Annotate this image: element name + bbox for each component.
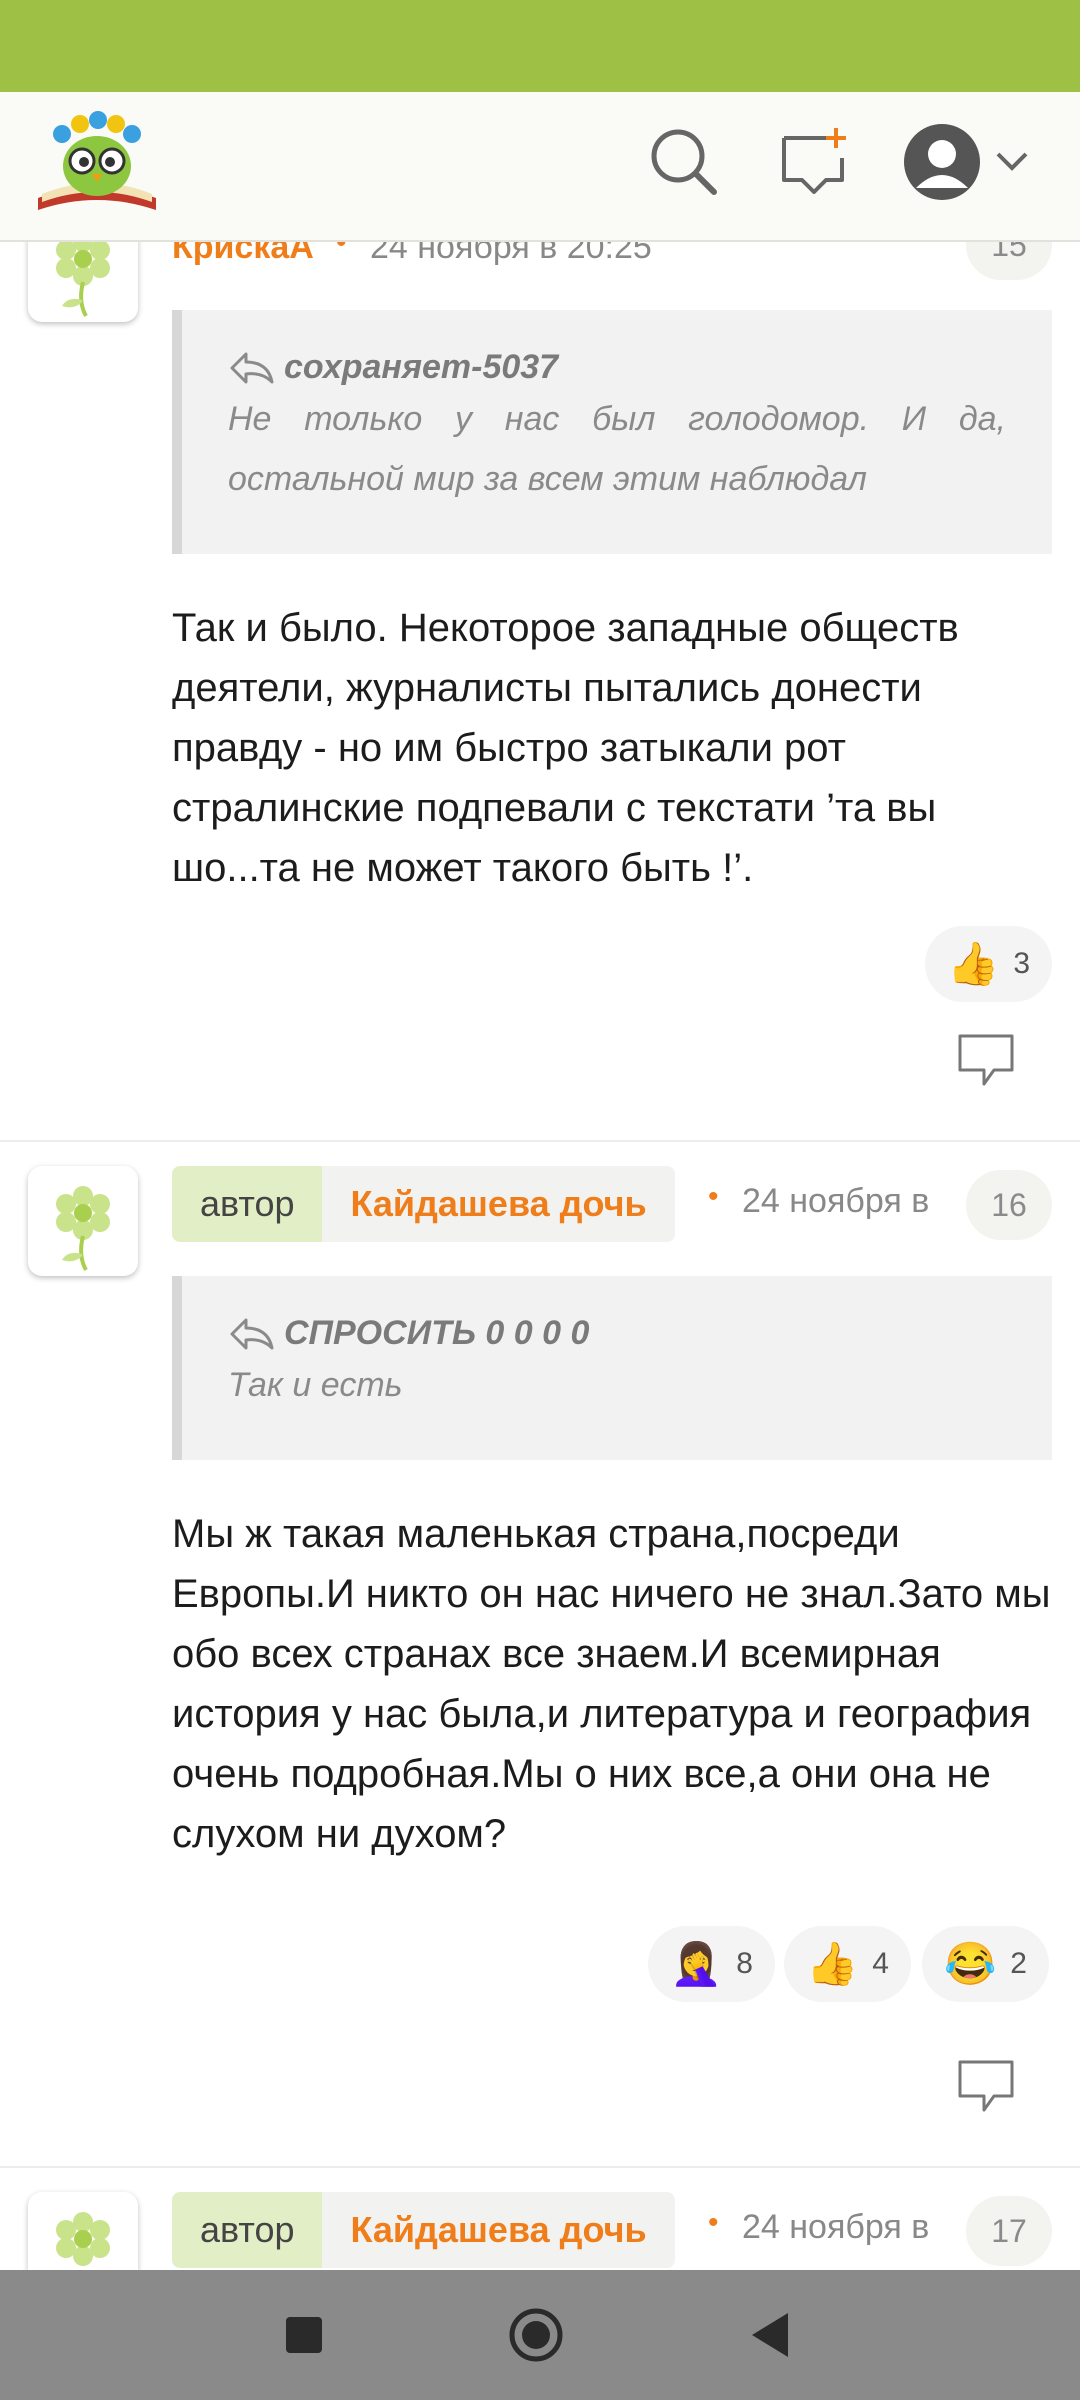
comment-number[interactable]: 17: [966, 2196, 1052, 2266]
avatar[interactable]: [28, 2192, 138, 2270]
role-badge: автор: [172, 2192, 323, 2268]
back-icon[interactable]: [690, 2270, 850, 2400]
quote-text: Не только у нас был голодомор. И да, ост…: [228, 400, 1006, 498]
comment-author-link[interactable]: Кайдашева дочь: [322, 2192, 675, 2268]
author-badge[interactable]: автор Кайдашева дочь: [172, 2192, 675, 2268]
avatar[interactable]: [28, 240, 138, 322]
divider: [0, 2166, 1080, 2168]
reaction-like[interactable]: 👍 4: [784, 1926, 911, 2002]
comment-date: 24 ноября в 20:27: [742, 2208, 928, 2246]
reply-arrow-icon: [230, 1318, 274, 1349]
reply-comment-icon[interactable]: [956, 2058, 1016, 2119]
owl-book-logo[interactable]: [32, 106, 162, 216]
reaction-facepalm[interactable]: 🤦‍♀️ 8: [648, 1926, 775, 2002]
quote-header: сохраняет-5037: [228, 348, 1006, 387]
quote-author: сохраняет-5037: [284, 348, 559, 386]
comment-author-link[interactable]: КрискаА: [172, 240, 314, 267]
laughing-face-icon: 😂: [944, 1940, 997, 1987]
reaction-laugh[interactable]: 😂 2: [922, 1926, 1049, 2002]
comment-number[interactable]: 15: [966, 240, 1052, 280]
reaction-count: 2: [1010, 1947, 1027, 1980]
divider: [0, 1140, 1080, 1142]
reaction-like[interactable]: 👍 3: [925, 926, 1052, 1002]
home-icon[interactable]: [456, 2270, 616, 2400]
status-bar: [0, 0, 1080, 92]
chevron-down-icon[interactable]: [994, 148, 1030, 176]
quote-text: Так и есть: [228, 1366, 403, 1404]
comment-number[interactable]: 16: [966, 1170, 1052, 1240]
separator-dot: •: [708, 2206, 719, 2239]
comment-author-link[interactable]: Кайдашева дочь: [322, 1166, 675, 1242]
quoted-comment[interactable]: сохраняет-5037 Не только у нас был голод…: [172, 310, 1052, 554]
facepalm-icon: 🤦‍♀️: [670, 1940, 723, 1987]
system-nav-bar: [0, 2270, 1080, 2400]
reaction-count: 4: [872, 1947, 889, 1980]
quoted-comment[interactable]: СПРОСИТЬ 0 0 0 0 Так и есть: [172, 1276, 1052, 1460]
recents-icon[interactable]: [224, 2270, 384, 2400]
new-comment-icon[interactable]: [778, 124, 850, 200]
separator-dot: •: [336, 240, 347, 259]
avatar-icon[interactable]: [902, 122, 982, 202]
reaction-count: 8: [736, 1947, 753, 1980]
top-app-bar: [0, 92, 1080, 242]
reply-arrow-icon: [230, 352, 274, 383]
reaction-count: 3: [1013, 947, 1030, 980]
quote-header: СПРОСИТЬ 0 0 0 0: [228, 1314, 1006, 1353]
avatar[interactable]: [28, 1166, 138, 1276]
comment-date: 24 ноября в 20:25: [370, 240, 652, 266]
comments-feed: КрискаА • 24 ноября в 20:25 15 сохраняет…: [0, 240, 1080, 2270]
search-icon[interactable]: [648, 126, 720, 198]
role-badge: автор: [172, 1166, 323, 1242]
thumbs-up-icon: 👍: [947, 940, 1000, 987]
reply-comment-icon[interactable]: [956, 1032, 1016, 1093]
comment-date: 24 ноября в 20:26: [742, 1182, 928, 1220]
separator-dot: •: [708, 1180, 719, 1213]
quote-author: СПРОСИТЬ 0 0 0 0: [284, 1314, 590, 1352]
thumbs-up-icon: 👍: [806, 1940, 859, 1987]
author-badge[interactable]: автор Кайдашева дочь: [172, 1166, 675, 1242]
comment-text: Мы ж такая маленькая страна,посреди Евро…: [172, 1512, 1051, 1856]
comment-text: Так и было. Некоторое западные обществ д…: [172, 606, 959, 890]
